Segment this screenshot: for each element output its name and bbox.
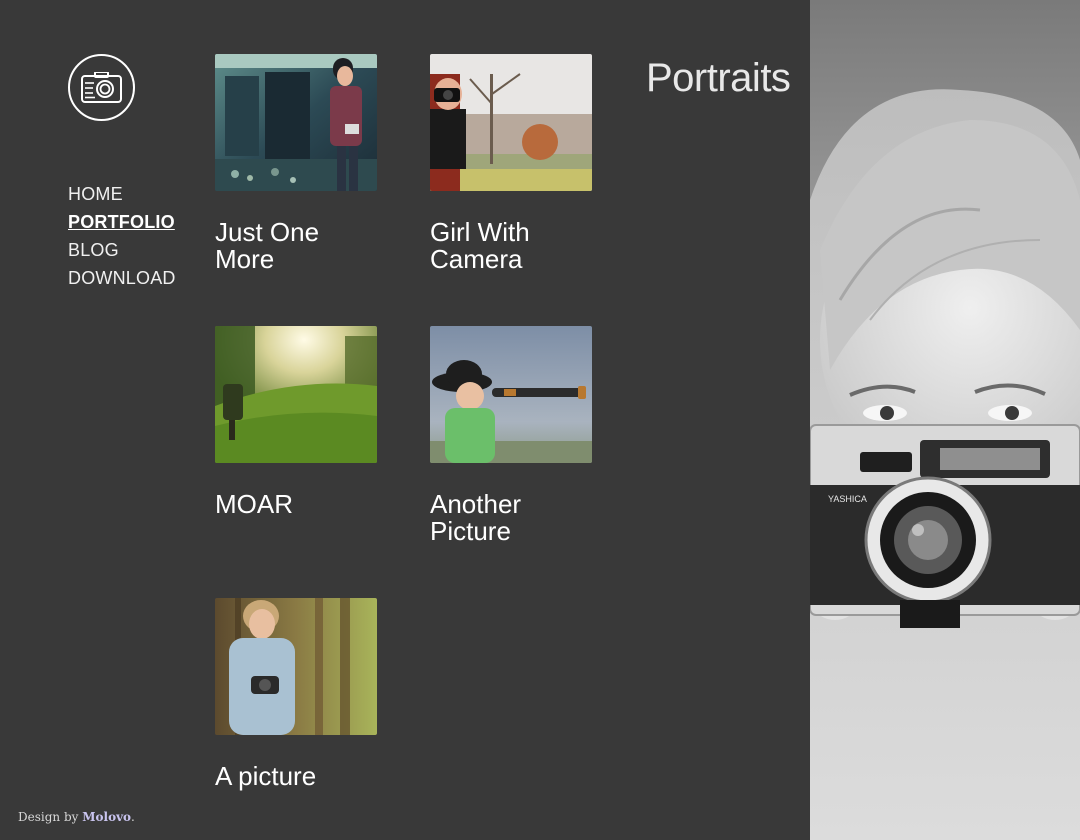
page: HOME PORTFOLIO BLOG DOWNLOAD Just One Mo…	[0, 0, 1080, 840]
gallery-caption-a-picture[interactable]: A picture	[215, 763, 385, 790]
nav-item-download[interactable]: DOWNLOAD	[68, 264, 176, 292]
gallery-caption-girl-with-camera[interactable]: Girl With Camera	[430, 219, 600, 273]
credit-link[interactable]: Molovo	[82, 810, 131, 824]
gallery-thumbnail-a-picture[interactable]	[215, 598, 377, 735]
main-nav: HOME PORTFOLIO BLOG DOWNLOAD	[68, 180, 176, 292]
nav-item-portfolio[interactable]: PORTFOLIO	[68, 208, 176, 236]
left-panel: HOME PORTFOLIO BLOG DOWNLOAD Just One Mo…	[0, 0, 810, 840]
gallery-caption-just-one-more[interactable]: Just One More	[215, 219, 385, 273]
gallery-thumbnail-moar[interactable]	[215, 326, 377, 463]
section-title: Portraits	[646, 56, 791, 100]
gallery-thumbnail-girl-with-camera[interactable]	[430, 54, 592, 191]
logo-button[interactable]	[68, 54, 135, 121]
caption-line: Camera	[430, 244, 523, 274]
gallery-caption-another-picture[interactable]: Another Picture	[430, 491, 600, 545]
caption-line: MOAR	[215, 489, 293, 519]
gallery-caption-moar[interactable]: MOAR	[215, 491, 385, 518]
camera-icon	[81, 72, 122, 103]
caption-line: Picture	[430, 516, 511, 546]
design-credit: Design by Molovo.	[18, 810, 135, 824]
caption-line: More	[215, 244, 275, 274]
nav-item-home[interactable]: HOME	[68, 180, 176, 208]
hero-image: YASHICA	[810, 0, 1080, 840]
svg-text:YASHICA: YASHICA	[828, 494, 867, 504]
caption-line: Just One	[215, 217, 320, 247]
gallery-thumbnail-another-picture[interactable]	[430, 326, 592, 463]
credit-suffix: .	[131, 810, 135, 824]
caption-line: Girl With	[430, 217, 530, 247]
caption-line: Another	[430, 489, 522, 519]
gallery-thumbnail-just-one-more[interactable]	[215, 54, 377, 191]
nav-item-blog[interactable]: BLOG	[68, 236, 176, 264]
credit-prefix: Design by	[18, 810, 83, 824]
caption-line: A picture	[215, 761, 317, 791]
